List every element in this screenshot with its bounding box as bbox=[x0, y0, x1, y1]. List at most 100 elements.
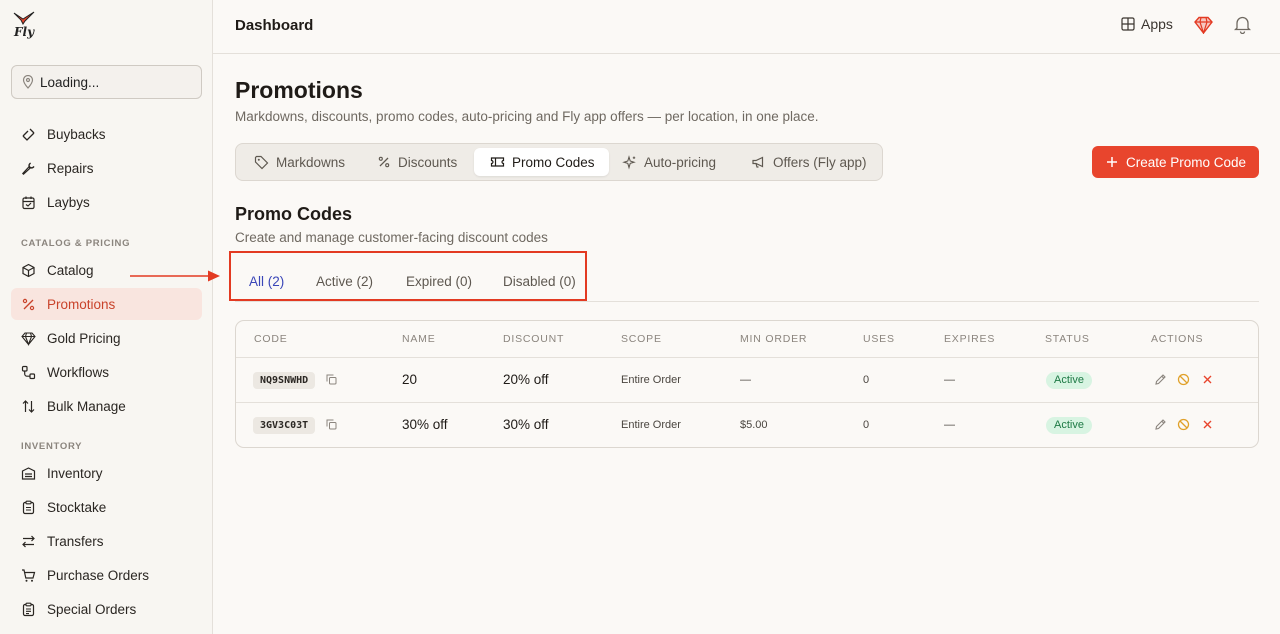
disable-ban-icon[interactable] bbox=[1177, 418, 1190, 431]
cell-name: 20 bbox=[402, 372, 418, 387]
sidebar-item-repairs[interactable]: Repairs bbox=[11, 152, 202, 184]
sidebar-item-label: Inventory bbox=[47, 465, 103, 481]
cell-expires: — bbox=[944, 419, 955, 431]
cell-discount: 20% off bbox=[503, 372, 549, 387]
logo-text: Fly bbox=[14, 25, 35, 39]
sidebar-item-label: Catalog bbox=[47, 262, 94, 278]
transfer-icon bbox=[22, 535, 35, 547]
plus-icon bbox=[1107, 157, 1117, 167]
gem-button[interactable] bbox=[1194, 16, 1213, 34]
clipboard-list-icon bbox=[22, 602, 35, 616]
filter-tabs-divider bbox=[235, 301, 1259, 302]
map-pin-icon bbox=[22, 75, 34, 89]
column-header-expires: EXPIRES bbox=[944, 333, 996, 345]
edit-pencil-icon[interactable] bbox=[1154, 418, 1167, 431]
section-subtitle: Create and manage customer-facing discou… bbox=[235, 230, 548, 245]
bird-icon bbox=[13, 11, 35, 25]
cell-uses: 0 bbox=[863, 419, 870, 431]
status-badge: Active bbox=[1046, 372, 1092, 389]
tag-icon bbox=[254, 155, 269, 169]
sidebar-item-label: Purchase Orders bbox=[47, 567, 150, 583]
copy-icon[interactable] bbox=[326, 419, 337, 430]
section-title: Promo Codes bbox=[235, 204, 353, 224]
clipboard-icon bbox=[22, 500, 35, 514]
cell-min-order: — bbox=[740, 374, 751, 386]
apps-label: Apps bbox=[1141, 16, 1173, 32]
sidebar-section-catalog: CATALOG & PRICING bbox=[21, 238, 131, 249]
tab-label: Promo Codes bbox=[512, 154, 595, 170]
top-bar: Dashboard Apps bbox=[213, 0, 1280, 54]
sidebar-item-stocktake[interactable]: Stocktake bbox=[11, 491, 202, 523]
grid-icon bbox=[1121, 17, 1135, 31]
sidebar-item-purchase-orders[interactable]: Purchase Orders bbox=[11, 559, 202, 591]
sidebar-item-label: Gold Pricing bbox=[47, 330, 121, 346]
sidebar-item-gold-pricing[interactable]: Gold Pricing bbox=[11, 322, 202, 354]
sidebar-item-label: Workflows bbox=[47, 364, 110, 380]
column-header-actions: ACTIONS bbox=[1151, 333, 1204, 345]
column-header-name: NAME bbox=[402, 333, 436, 345]
box-icon bbox=[22, 263, 35, 277]
sidebar-item-promotions[interactable]: Promotions bbox=[11, 288, 202, 320]
percent-icon bbox=[378, 156, 390, 168]
sidebar-item-laybys[interactable]: Laybys bbox=[11, 186, 202, 218]
tab-auto-pricing[interactable]: Auto-pricing bbox=[606, 148, 730, 176]
create-button-label: Create Promo Code bbox=[1126, 154, 1247, 170]
cell-min-order: $5.00 bbox=[740, 419, 768, 431]
tab-label: Discounts bbox=[398, 154, 458, 170]
cart-icon bbox=[22, 568, 36, 582]
page-title: Promotions bbox=[235, 77, 363, 103]
buyback-icon bbox=[22, 128, 35, 141]
topbar-title: Dashboard bbox=[235, 17, 314, 34]
sidebar-item-special-orders[interactable]: Special Orders bbox=[11, 593, 202, 625]
sidebar-item-transfers[interactable]: Transfers bbox=[11, 525, 202, 557]
edit-pencil-icon[interactable] bbox=[1154, 373, 1167, 386]
column-header-discount: DISCOUNT bbox=[503, 333, 565, 345]
notifications-button[interactable] bbox=[1234, 15, 1251, 34]
sidebar-item-buybacks[interactable]: Buybacks bbox=[11, 118, 202, 150]
delete-x-icon[interactable] bbox=[1201, 373, 1214, 386]
tab-offers-fly-app[interactable]: Offers (Fly app) bbox=[735, 148, 881, 176]
delete-x-icon[interactable] bbox=[1201, 418, 1214, 431]
disable-ban-icon[interactable] bbox=[1177, 373, 1190, 386]
annotation-arrow-icon bbox=[130, 270, 220, 282]
column-header-uses: USES bbox=[863, 333, 895, 345]
sidebar-item-bulk-manage[interactable]: Bulk Manage bbox=[11, 390, 202, 422]
ticket-icon bbox=[490, 157, 505, 167]
promotion-tabs: Markdowns Discounts Promo Codes Auto-pri… bbox=[235, 143, 883, 181]
sidebar-item-label: Laybys bbox=[47, 194, 90, 210]
apps-button[interactable]: Apps bbox=[1121, 16, 1173, 32]
column-header-status: STATUS bbox=[1045, 333, 1090, 345]
calendar-icon bbox=[22, 196, 35, 209]
location-selector[interactable]: Loading... bbox=[11, 65, 202, 99]
bell-icon bbox=[1234, 16, 1251, 34]
tab-promo-codes[interactable]: Promo Codes bbox=[474, 148, 609, 176]
location-label: Loading... bbox=[40, 74, 100, 90]
sidebar-item-label: Promotions bbox=[47, 296, 116, 312]
inventory-icon bbox=[21, 466, 36, 480]
sidebar-item-inventory[interactable]: Inventory bbox=[11, 457, 202, 489]
column-header-min-order: MIN ORDER bbox=[740, 333, 808, 345]
copy-icon[interactable] bbox=[326, 374, 337, 385]
table-header: CODE NAME DISCOUNT SCOPE MIN ORDER USES … bbox=[236, 321, 1258, 358]
sparkle-icon bbox=[622, 154, 636, 169]
cell-scope: Entire Order bbox=[621, 419, 681, 431]
tab-label: Auto-pricing bbox=[644, 154, 717, 170]
create-promo-code-button[interactable]: Create Promo Code bbox=[1092, 146, 1259, 178]
promo-code-chip: NQ9SNWHD bbox=[253, 372, 316, 389]
sidebar-item-label: Bulk Manage bbox=[47, 398, 126, 414]
tab-label: Offers (Fly app) bbox=[773, 154, 867, 170]
column-header-code: CODE bbox=[254, 333, 288, 345]
tab-markdowns[interactable]: Markdowns bbox=[238, 148, 359, 176]
fly-logo[interactable]: Fly bbox=[12, 11, 38, 41]
wrench-icon bbox=[21, 161, 35, 175]
promo-code-chip: 3GV3C03T bbox=[253, 417, 316, 434]
sidebar: Fly Loading... Buybacks Repairs Laybys C… bbox=[0, 0, 213, 634]
page-subtitle: Markdowns, discounts, promo codes, auto-… bbox=[235, 109, 819, 124]
annotation-highlight-box bbox=[229, 251, 587, 301]
sidebar-item-workflows[interactable]: Workflows bbox=[11, 356, 202, 388]
ruby-gem-icon bbox=[1194, 16, 1213, 34]
megaphone-icon bbox=[752, 156, 764, 168]
tab-discounts[interactable]: Discounts bbox=[361, 148, 471, 176]
sort-arrows-icon bbox=[22, 399, 35, 413]
sidebar-item-label: Special Orders bbox=[47, 601, 137, 617]
